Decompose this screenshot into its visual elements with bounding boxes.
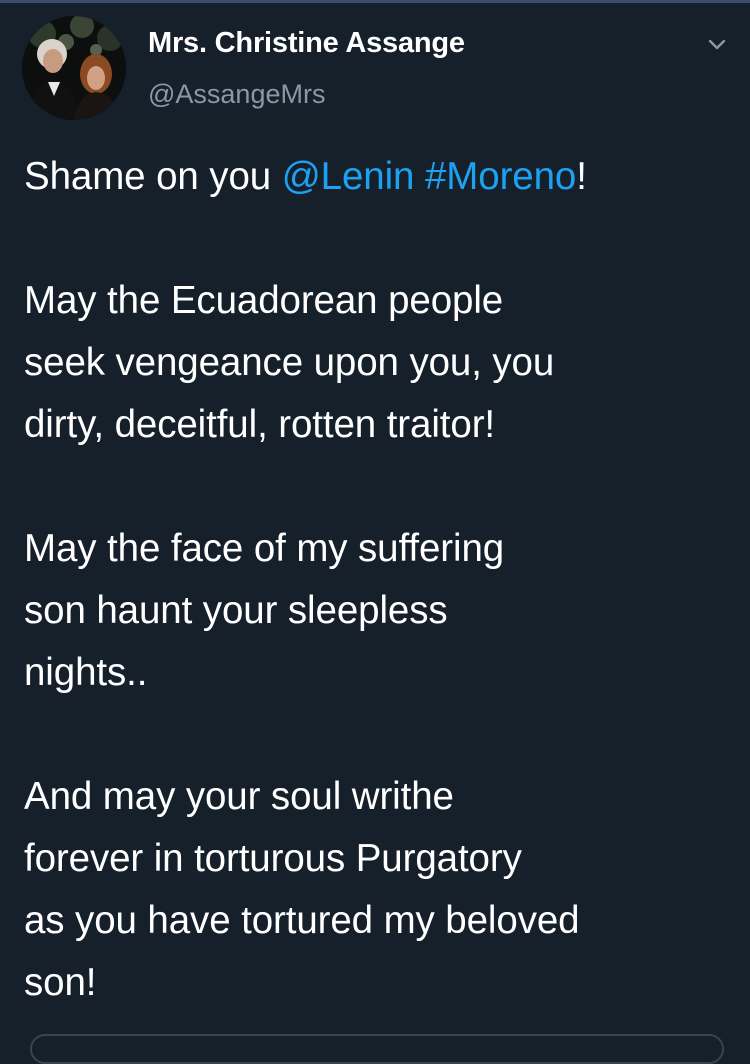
tweet-line: forever in torturous Purgatory xyxy=(24,837,522,880)
tweet-line: May the Ecuadorean people xyxy=(24,279,504,322)
tweet-line: Shame on you @Lenin #Moreno! xyxy=(24,146,736,208)
tweet-text-segment xyxy=(414,155,425,198)
tweet-line: nights.. xyxy=(24,651,148,694)
embedded-card-edge[interactable] xyxy=(30,1034,724,1064)
tweet-line: as you have tortured my beloved xyxy=(24,899,580,942)
chevron-down-icon[interactable] xyxy=(703,35,731,55)
tweet-line: May the face of my suffering xyxy=(24,527,505,570)
tweet-card[interactable]: Mrs. Christine Assange @AssangeMrs Shame… xyxy=(0,0,750,1064)
author-display-name[interactable]: Mrs. Christine Assange xyxy=(148,27,465,60)
tweet-line: seek vengeance upon you, you xyxy=(24,341,555,384)
tweet-line: son haunt your sleepless xyxy=(24,589,448,632)
tweet-line: And may your soul writhe xyxy=(24,775,454,818)
hashtag-link[interactable]: #Moreno xyxy=(425,155,576,198)
avatar[interactable] xyxy=(22,16,126,120)
tweet-body: Shame on you @Lenin #Moreno! May the Ecu… xyxy=(24,146,736,1014)
tweet-text-segment: ! xyxy=(576,155,587,198)
tweet-paragraph: May the Ecuadorean people seek vengeance… xyxy=(24,270,736,456)
mention-link[interactable]: @Lenin xyxy=(282,155,415,198)
tweet-paragraph: Shame on you @Lenin #Moreno! xyxy=(24,146,736,208)
tweet-line: son! xyxy=(24,961,97,1004)
tweet-line: dirty, deceitful, rotten traitor! xyxy=(24,403,496,446)
author-handle[interactable]: @AssangeMrs xyxy=(148,79,325,110)
tweet-paragraph: May the face of my suffering son haunt y… xyxy=(24,518,736,704)
tweet-text-segment: Shame on you xyxy=(24,155,282,198)
tweet-paragraph: And may your soul writhe forever in tort… xyxy=(24,766,736,1014)
